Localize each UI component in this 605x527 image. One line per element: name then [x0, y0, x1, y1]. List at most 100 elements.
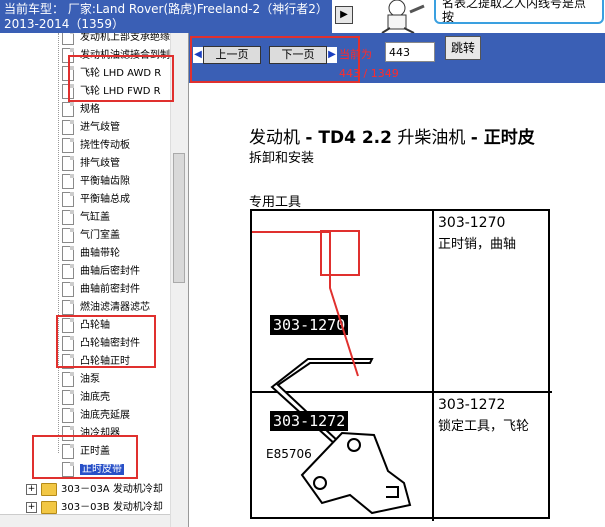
tree-item[interactable]: 平衡轴总成: [62, 191, 130, 209]
tree-item[interactable]: 曲轴前密封件: [62, 281, 140, 299]
tree-item[interactable]: 平衡轴齿隙: [62, 173, 130, 191]
document-icon: [62, 443, 74, 459]
table-divider: [432, 211, 434, 521]
tree-item[interactable]: 油冷却器: [62, 425, 120, 443]
tree-horizontal-scrollbar[interactable]: [0, 514, 170, 527]
chapter-tree: 发动机上部支承绝缘 发动机油滤接合到制 飞轮 LHD AWD R 飞轮 LHD FWD…: [0, 33, 189, 527]
go-button[interactable]: 跳转: [445, 36, 481, 60]
tree-guide-line: [58, 33, 59, 453]
tree-item[interactable]: 飞轮 LHD AWD R: [62, 65, 161, 83]
tree-item[interactable]: 曲轴后密封件: [62, 263, 140, 281]
tree-item[interactable]: 油底壳延展: [62, 407, 130, 425]
document-icon: [62, 83, 74, 99]
tree-item-label: 平衡轴齿隙: [80, 176, 130, 187]
tree-item-label: 飞轮 LHD AWD R: [80, 68, 162, 79]
header-bar: 当前车型： 厂家:Land Rover(路虎)Freeland-2（神行者2）2…: [0, 0, 605, 33]
tree-item[interactable]: 发动机上部支承绝缘: [62, 33, 170, 47]
document-icon: [62, 101, 74, 117]
tree-item-label: 发动机油滤接合到制: [80, 50, 170, 61]
annotation-line: [252, 231, 359, 377]
tree-item[interactable]: 凸轮轴: [62, 317, 110, 335]
tree-item[interactable]: 曲轴带轮: [62, 245, 120, 263]
tree-item-label: 凸轮轴密封件: [80, 338, 140, 349]
tree-item-label: 气缸盖: [80, 212, 110, 223]
tree-item-label: 气门室盖: [80, 230, 120, 241]
tree-item-label: 发动机上部支承绝缘: [80, 33, 170, 43]
page-title: 发动机 - TD4 2.2 升柴油机 - 正时皮: [249, 128, 535, 148]
page-count: 443 / 1349: [339, 67, 399, 80]
arrow-right-icon[interactable]: ▶: [335, 6, 353, 24]
tree-item-label: 曲轴后密封件: [80, 266, 140, 277]
tree-folder-label: 303－03B 发动机冷却: [61, 502, 163, 513]
current-vehicle-title: 当前车型： 厂家:Land Rover(路虎)Freeland-2（神行者2）2…: [0, 0, 332, 33]
locking-tool-illustration: [300, 431, 412, 515]
tree-item-label: 凸轮轴: [80, 320, 110, 331]
tree-vertical-scrollbar[interactable]: [170, 33, 188, 527]
document-icon: [62, 407, 74, 423]
tree-item-label: 油底壳: [80, 392, 110, 403]
tree-item-label: 正时盖: [80, 446, 110, 457]
document-icon: [62, 461, 74, 477]
document-icon: [62, 371, 74, 387]
tree-item[interactable]: 排气歧管: [62, 155, 120, 173]
tree-item-label: 挠性传动板: [80, 140, 130, 151]
document-icon: [62, 263, 74, 279]
document-icon: [62, 335, 74, 351]
tree-item[interactable]: 气门室盖: [62, 227, 120, 245]
mascot-icon: [381, 0, 425, 33]
tree-item[interactable]: 飞轮 LHD FWD R: [62, 83, 161, 101]
folder-icon: [41, 482, 57, 496]
tree-folder-label: 303－03A 发动机冷却: [61, 484, 163, 495]
document-icon: [62, 281, 74, 297]
document-icon: [62, 155, 74, 171]
document-icon: [62, 353, 74, 369]
current-page-label: 当前为: [339, 48, 372, 61]
document-icon: [62, 47, 74, 63]
tree-item[interactable]: 挠性传动板: [62, 137, 130, 155]
prev-page-button[interactable]: 上一页: [203, 46, 261, 64]
tree-item-label: 曲轴前密封件: [80, 284, 140, 295]
page-subtitle: 拆卸和安装: [249, 151, 315, 166]
next-arrow-icon: ▶: [327, 47, 337, 63]
tree-item-label: 油底壳延展: [80, 410, 130, 421]
tree-item[interactable]: 进气歧管: [62, 119, 120, 137]
expand-icon[interactable]: +: [26, 501, 37, 513]
next-page-button[interactable]: 下一页: [269, 46, 327, 64]
document-icon: [62, 227, 74, 243]
page-number-input[interactable]: [385, 42, 435, 62]
document-icon: [62, 65, 74, 81]
part-description: 正时销，曲轴: [438, 237, 517, 252]
tree-item[interactable]: 油底壳: [62, 389, 110, 407]
tree-item-label: 飞轮 LHD FWD R: [80, 86, 161, 97]
tree-item[interactable]: 燃油滤清器滤芯: [62, 299, 150, 317]
tree-item[interactable]: 正时盖: [62, 443, 110, 461]
tree-item[interactable]: 油泵: [62, 371, 100, 389]
tree-folder[interactable]: +303－03A 发动机冷却: [26, 481, 163, 499]
tip-box: 名表之提取之人内线号是点按: [434, 0, 604, 24]
part-number: 303-1270: [438, 215, 506, 231]
document-icon: [62, 119, 74, 135]
tree-item-label: 油泵: [80, 374, 100, 385]
part-number: 303-1272: [438, 397, 506, 413]
tree-item-label: 进气歧管: [80, 122, 120, 133]
tree-item-label: 正时皮带: [80, 464, 124, 475]
tree-item[interactable]: 发动机油滤接合到制: [62, 47, 170, 65]
page-nav-bar: ◀ 上一页 下一页 ▶ 当前为 跳转 443 / 1349: [189, 33, 605, 83]
scroll-thumb[interactable]: [173, 153, 185, 283]
document-icon: [62, 137, 74, 153]
tree-item[interactable]: 凸轮轴正时: [62, 353, 130, 371]
document-icon: [62, 317, 74, 333]
document-icon: [62, 299, 74, 315]
folder-icon: [41, 500, 57, 514]
tools-heading: 专用工具: [249, 195, 302, 210]
tree-item[interactable]: 正时皮带: [62, 461, 124, 479]
tree-item[interactable]: 规格: [62, 101, 100, 119]
expand-icon[interactable]: +: [26, 483, 37, 495]
document-icon: [62, 425, 74, 441]
tree-item[interactable]: 气缸盖: [62, 209, 110, 227]
tree-item-label: 排气歧管: [80, 158, 120, 169]
document-icon: [62, 245, 74, 261]
tree-item[interactable]: 凸轮轴密封件: [62, 335, 140, 353]
document-icon: [62, 389, 74, 405]
document-icon: [62, 173, 74, 189]
